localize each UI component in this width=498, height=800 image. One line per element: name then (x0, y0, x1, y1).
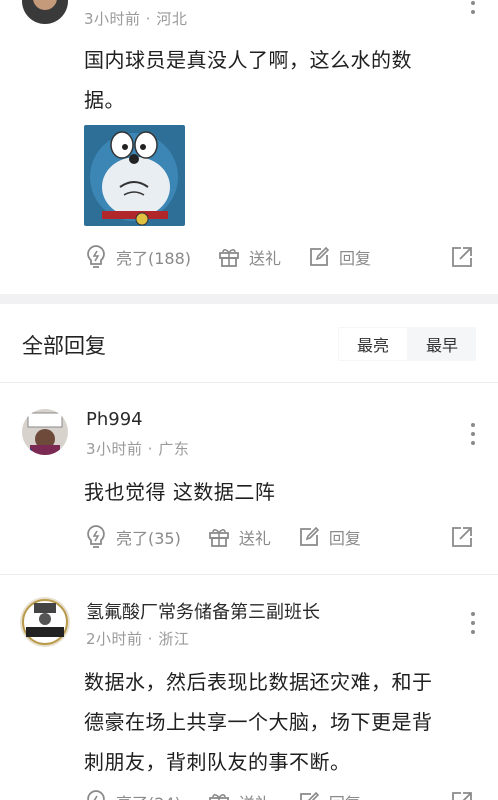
reply-label: 回复 (328, 529, 361, 548)
like-button[interactable]: 亮了(24) (84, 789, 181, 800)
gift-icon (208, 794, 229, 800)
avatar[interactable] (22, 409, 68, 455)
gift-label: 送礼 (239, 790, 271, 800)
like-button[interactable]: 亮了(35) (84, 524, 181, 550)
more-icon[interactable] (470, 0, 476, 14)
comment-meta: 3小时前 · 河北 (84, 10, 188, 28)
sort-toggle: 最亮 最早 (338, 327, 476, 361)
reply-text-line: 数据水，然后表现比数据还灾难，和于 (84, 670, 433, 694)
username[interactable]: Ph994 (86, 409, 143, 430)
reply-actions: 亮了(35) 送礼 回复 (84, 521, 474, 553)
divider (0, 382, 498, 383)
avatar[interactable] (22, 0, 68, 24)
more-icon[interactable] (470, 612, 476, 634)
like-count: 亮了(188) (116, 249, 192, 268)
divider (0, 574, 498, 575)
edit-icon (299, 791, 320, 800)
gift-button[interactable]: 送礼 (207, 525, 271, 549)
reply-meta: 2小时前 · 浙江 (86, 630, 190, 648)
reply-button[interactable]: 回复 (307, 245, 371, 269)
section-title: 全部回复 (22, 334, 106, 358)
comment-text-line: 据。 (84, 88, 125, 112)
more-icon[interactable] (470, 423, 476, 445)
like-count: 亮了(35) (116, 529, 181, 548)
reply-label: 回复 (329, 790, 361, 800)
reply-text: 数据水，然后表现比数据还灾难，和于 德豪在场上共享一个大脑，场下更是背 刺朋友，… (84, 662, 484, 782)
gift-button[interactable]: 送礼 (207, 790, 271, 800)
like-button[interactable]: 亮了(188) (84, 244, 191, 270)
lightbulb-icon (87, 245, 105, 268)
reply-meta: 3小时前 · 广东 (86, 440, 190, 458)
username[interactable]: 氢氟酸厂常务储备第三副班长 (86, 598, 320, 624)
share-icon[interactable] (450, 790, 474, 800)
reply-label: 回复 (339, 249, 372, 268)
comment-text-line: 国内球员是真没人了啊，这么水的数 (84, 48, 412, 72)
reply-button[interactable]: 回复 (297, 525, 361, 549)
lightbulb-icon (87, 525, 105, 548)
gift-button[interactable]: 送礼 (217, 245, 281, 269)
gift-label: 送礼 (238, 529, 271, 548)
like-count: 亮了(24) (116, 790, 181, 800)
share-icon[interactable] (450, 525, 474, 549)
reply-text-line: 德豪在场上共享一个大脑，场下更是背 (84, 710, 433, 734)
gift-icon (208, 529, 229, 547)
reply-button[interactable]: 回复 (297, 790, 361, 800)
gift-icon (219, 249, 239, 267)
comment-image[interactable] (84, 125, 185, 226)
share-icon[interactable] (450, 245, 474, 269)
reply-actions: 亮了(24) 送礼 回复 (84, 786, 474, 800)
reply-text: 我也觉得 这数据二阵 (84, 480, 276, 504)
sort-option-early[interactable]: 最早 (408, 327, 476, 361)
comment-actions: 亮了(188) 送礼 回复 (84, 241, 474, 273)
section-divider (0, 294, 498, 304)
lightbulb-icon (87, 790, 105, 800)
comment-text: 国内球员是真没人了啊，这么水的数 据。 (84, 40, 484, 120)
sort-option-hot[interactable]: 最亮 (339, 328, 407, 360)
gift-label: 送礼 (249, 249, 282, 268)
reply-text-line: 刺朋友，背刺队友的事不断。 (84, 750, 351, 774)
edit-icon (310, 246, 330, 266)
edit-icon (299, 526, 320, 546)
avatar[interactable] (20, 597, 70, 647)
